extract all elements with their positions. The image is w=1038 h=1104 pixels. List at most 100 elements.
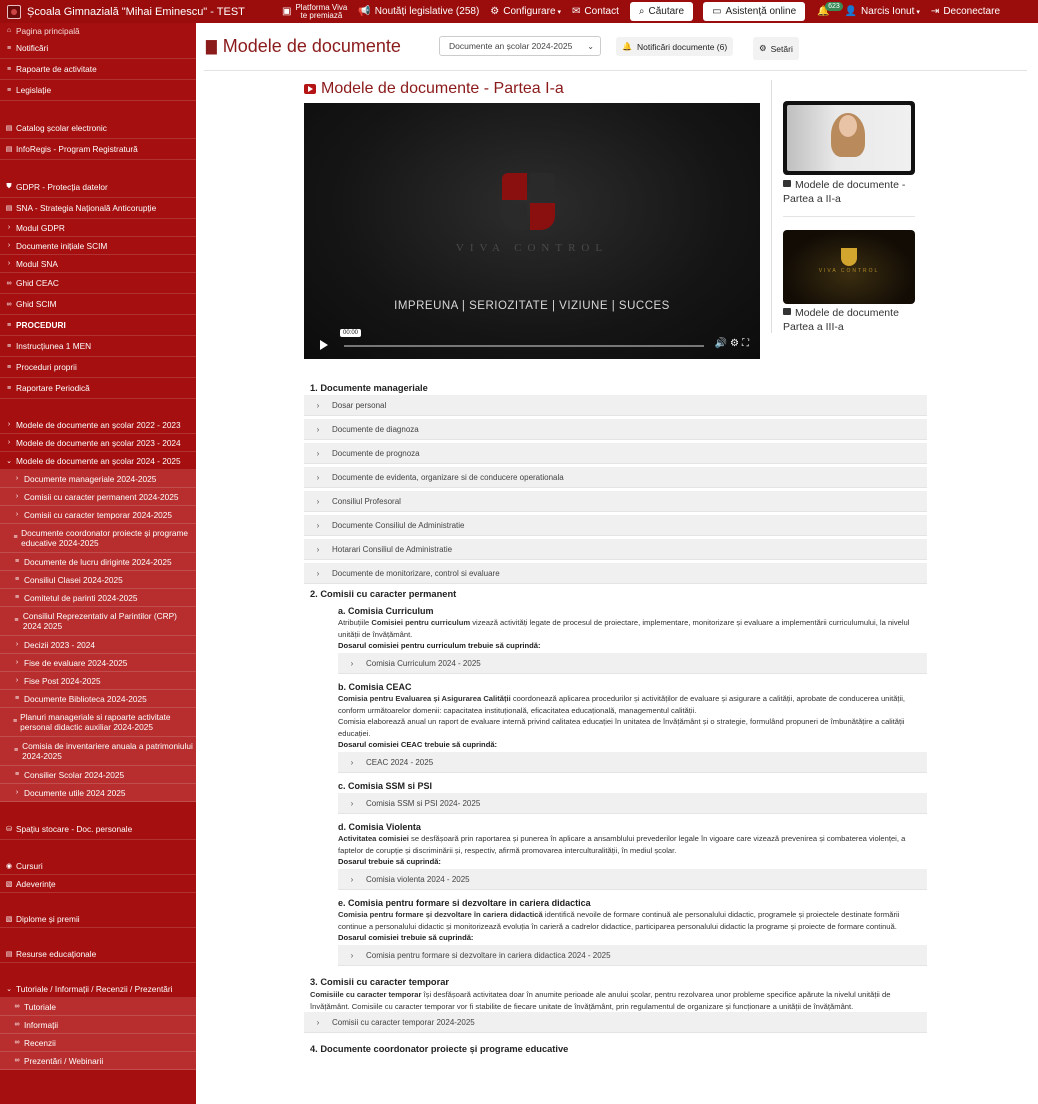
chevron-down-icon: ⌄ (6, 457, 12, 465)
sidebar-item-label: Consiliul Clasei 2024-2025 (24, 574, 123, 585)
video-thumbnail-3[interactable]: VIVA CONTROL (783, 230, 915, 304)
gear-icon[interactable]: ⚙ (730, 338, 742, 349)
sidebar-item-modul-gdpr[interactable]: › Modul GDPR (0, 219, 196, 237)
sidebar-item-label: Prezentări / Webinarii (24, 1055, 104, 1066)
accordion-item[interactable]: › CEAC 2024 - 2025 (338, 752, 927, 773)
sidebar-item-cursuri[interactable]: ◉ Cursuri (0, 857, 196, 875)
sidebar-item-scim[interactable]: › Documente inițiale SCIM (0, 237, 196, 255)
settings-button[interactable]: ⚙ Setări (753, 37, 799, 60)
sidebar-item-ghid-scim[interactable]: ∞ Ghid SCIM (0, 294, 196, 315)
sidebar-sub-item-tutoriale[interactable]: ∞ Tutoriale (0, 998, 196, 1016)
sidebar-item-instructiunea[interactable]: ≡ Instrucțiunea 1 MEN (0, 336, 196, 357)
video-progress-bar[interactable] (344, 345, 704, 347)
accordion-item[interactable]: › Comisia SSM si PSI 2024- 2025 (338, 793, 927, 814)
accordion-item[interactable]: › Consiliul Profesoral (304, 491, 927, 512)
chevron-right-icon: › (15, 659, 19, 666)
sidebar-item-inforegis[interactable]: ▤ InfoRegis - Program Registratură (0, 139, 196, 160)
user-menu[interactable]: 👤 Narcis Ionut ▾ (845, 6, 920, 17)
sidebar-sub-item[interactable]: ≡ Comitetul de parinti 2024-2025 (0, 589, 196, 607)
sidebar-sub-item[interactable]: › Documente utile 2024 2025 (0, 784, 196, 802)
accordion-label: CEAC 2024 - 2025 (366, 757, 434, 767)
sidebar-item-resurse[interactable]: ▤ Resurse educaționale (0, 945, 196, 963)
sidebar-item-legislatie[interactable]: ≡ Legislație (0, 80, 196, 101)
sidebar-sub-item[interactable]: › Fise Post 2024-2025 (0, 672, 196, 690)
sidebar-item-sna[interactable]: ▤ SNA - Strategia Națională Anticorupție (0, 198, 196, 219)
viva-rewards-link[interactable]: ▣ Platforma Viva te premiază (282, 3, 347, 20)
video-thumbnail-3-caption[interactable]: Modele de documente Partea a III-a (783, 306, 918, 334)
sidebar-item-home[interactable]: ⌂ Pagina principală (0, 23, 196, 38)
document-notifications-button[interactable]: 🔔 Notificări documente (6) (616, 37, 734, 56)
sidebar-item-proceduri-proprii[interactable]: ≡ Proceduri proprii (0, 357, 196, 378)
brand[interactable]: Școala Gimnazială "Mihai Eminescu" - TES… (0, 4, 282, 19)
accordion-item[interactable]: › Hotarari Consiliul de Administratie (304, 539, 927, 560)
accordion-item[interactable]: › Documente de monitorizare, control si e… (304, 563, 927, 584)
search-button[interactable]: ⌕ Căutare (629, 2, 694, 21)
accordion-item[interactable]: › Comisia pentru formare si dezvoltare in… (338, 945, 927, 966)
envelope-icon: ✉ (572, 6, 581, 17)
sidebar-item-proceduri[interactable]: ≡ PROCEDURI (0, 315, 196, 336)
sidebar-sub-item[interactable]: ≡ Consiliul Clasei 2024-2025 (0, 571, 196, 589)
sidebar-sub-item[interactable]: › Decizii 2023 - 2024 (0, 636, 196, 654)
sidebar-item-gdpr[interactable]: ⛊ GDPR - Protecția datelor (0, 177, 196, 198)
sidebar-item-diplome[interactable]: ▧ Diplome și premii (0, 910, 196, 928)
sidebar-item-modele-2024[interactable]: ⌄ Modele de documente an școlar 2024 - 20… (0, 452, 196, 470)
sidebar-item-storage[interactable]: ⛁ Spațiu stocare - Doc. personale (0, 819, 196, 840)
sidebar-item-modul-sna[interactable]: › Modul SNA (0, 255, 196, 273)
sidebar-item-raportare[interactable]: ≡ Raportare Periodică (0, 378, 196, 399)
sidebar-sub-item[interactable]: › Documente manageriale 2024-2025 (0, 470, 196, 488)
sidebar-sub-item[interactable]: ≡ Documente de lucru diriginte 2024-2025 (0, 553, 196, 571)
fullscreen-icon[interactable]: ⛶ (742, 338, 752, 349)
accordion-item[interactable]: › Comisia Curriculum 2024 - 2025 (338, 653, 927, 674)
sidebar-item-catalog[interactable]: ▤ Catalog școlar electronic (0, 118, 196, 139)
sidebar-item-ghid-ceac[interactable]: ∞ Ghid CEAC (0, 273, 196, 294)
sidebar-item-modele-2023[interactable]: › Modele de documente an școlar 2023 - 20… (0, 434, 196, 452)
sidebar-sub-item[interactable]: ≡ Documente coordonator proiecte și progr… (0, 524, 196, 553)
sidebar-sub-item[interactable]: › Comisii cu caracter permanent 2024-2025 (0, 488, 196, 506)
online-assist-button[interactable]: ▭ Asistență online (703, 2, 806, 21)
sidebar-sub-item[interactable]: ≡ Comisia de inventariere anuala a patrim… (0, 737, 196, 766)
accordion-item[interactable]: › Dosar personal (304, 395, 927, 416)
accordion-item[interactable]: › Documente de diagnoza (304, 419, 927, 440)
sidebar-sub-item-informatii[interactable]: ∞ Informații (0, 1016, 196, 1034)
sidebar-item-tutoriale[interactable]: ⌄ Tutoriale / Informații / Recenzii / Pre… (0, 980, 196, 998)
video-thumbnail-2[interactable] (783, 101, 915, 175)
sidebar-item-label: Modul SNA (16, 258, 58, 269)
sidebar-sub-item[interactable]: ≡ Consiliul Reprezentativ al Parintilor (… (0, 607, 196, 636)
commission-description: Comisia pentru formare și dezvoltare în … (338, 909, 927, 932)
sidebar-sub-item-recenzii[interactable]: ∞ Recenzii (0, 1034, 196, 1052)
volume-icon[interactable]: 🔊 (715, 338, 730, 349)
accordion-item[interactable]: › Documente de evidenta, organizare si de… (304, 467, 927, 488)
accordion-item[interactable]: › Documente de prognoza (304, 443, 927, 464)
school-year-select[interactable]: Documente an școlar 2024-2025 ⌄ (439, 36, 601, 56)
sidebar-item-rapoarte[interactable]: ≡ Rapoarte de activitate (0, 59, 196, 80)
logout-link[interactable]: ⇥ Deconectare (931, 6, 1000, 17)
video-player[interactable]: VIVA CONTROL IMPREUNA | SERIOZITATE | VI… (304, 103, 760, 359)
commission-ssm: c. Comisia SSM si PSI › Comisia SSM si PS… (338, 776, 927, 814)
video-toolbar[interactable]: 🔊⚙⛶ (715, 338, 752, 349)
commission-description: Atribuțiile Comisiei pentru curriculum v… (338, 617, 927, 640)
play-button-icon[interactable] (320, 340, 328, 350)
accordion-item[interactable]: › Comisii cu caracter temporar 2024-2025 (304, 1012, 927, 1033)
sidebar-item-label: Modele de documente an școlar 2023 - 202… (16, 437, 181, 448)
accordion-item[interactable]: › Documente Consiliul de Administratie (304, 515, 927, 536)
sidebar-sub-item[interactable]: › Comisii cu caracter temporar 2024-2025 (0, 506, 196, 524)
sidebar-sub-item[interactable]: ≡ Documente Biblioteca 2024-2025 (0, 690, 196, 708)
notifications-bell[interactable]: 🔔 623 (817, 2, 843, 17)
sidebar-sub-item[interactable]: ≡ Planuri manageriale si rapoarte activit… (0, 708, 196, 737)
legislative-news-link[interactable]: 📢 Noutăți legislative (258) (358, 6, 479, 17)
sidebar-item-notificari[interactable]: ≡ Notificări (0, 38, 196, 59)
sidebar-sub-item-prezentari[interactable]: ∞ Prezentări / Webinarii (0, 1052, 196, 1070)
accordion-label: Comisii cu caracter temporar 2024-2025 (332, 1017, 475, 1027)
chevron-right-icon: › (15, 493, 19, 500)
sidebar-sub-item[interactable]: › Fise de evaluare 2024-2025 (0, 654, 196, 672)
accordion-item[interactable]: › Comisia violenta 2024 - 2025 (338, 869, 927, 890)
video-thumbnail-2-caption[interactable]: Modele de documente - Partea a II-a (783, 178, 918, 206)
contact-link[interactable]: ✉ Contact (572, 6, 619, 17)
sidebar-item-adeverinte[interactable]: ▧ Adeverințe (0, 875, 196, 893)
accordion-label: Comisia pentru formare si dezvoltare in … (366, 950, 611, 960)
school-name: Școala Gimnazială "Mihai Eminescu" - TES… (27, 5, 245, 18)
sidebar-item-modele-2022[interactable]: › Modele de documente an școlar 2022 - 20… (0, 416, 196, 434)
sidebar-item-label: Spațiu stocare - Doc. personale (16, 824, 133, 834)
sidebar-sub-item[interactable]: ≡ Consilier Scolar 2024-2025 (0, 766, 196, 784)
config-menu[interactable]: ⚙ Configurare ▾ (490, 6, 561, 17)
